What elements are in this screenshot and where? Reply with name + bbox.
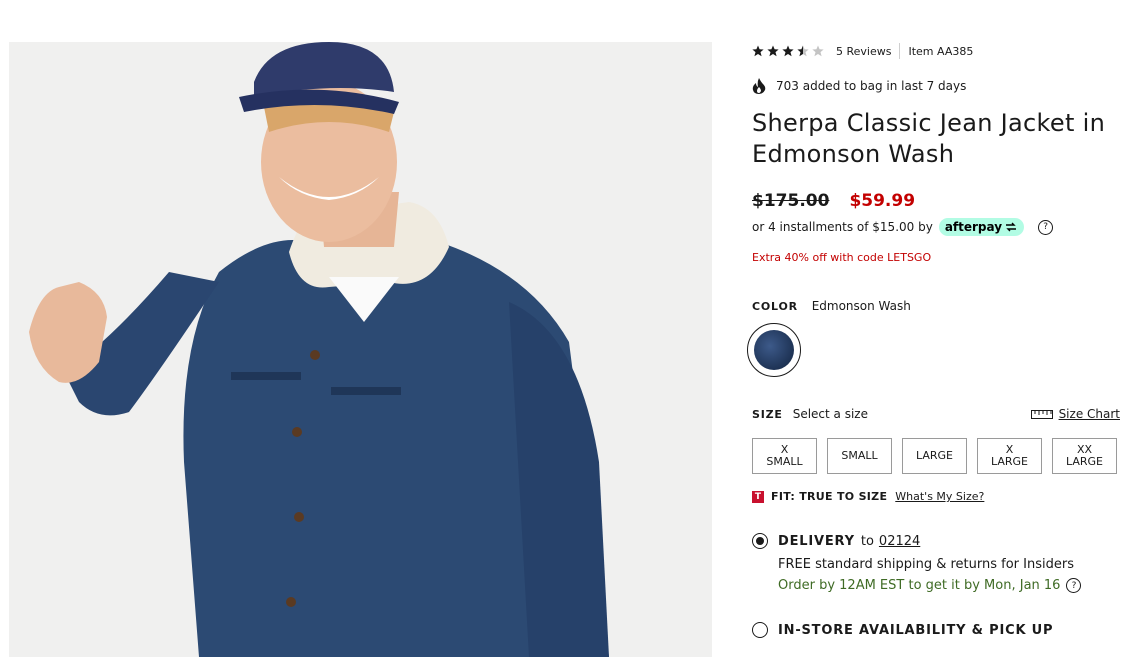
item-number: Item AA385 xyxy=(908,44,974,58)
size-prompt: Select a size xyxy=(792,407,868,421)
zip-code-link[interactable]: 02124 xyxy=(879,534,920,549)
color-selected: Edmonson Wash xyxy=(811,299,911,313)
size-chart-link[interactable]: Size Chart xyxy=(1030,407,1120,421)
color-row: COLOR Edmonson Wash xyxy=(752,299,911,313)
delivery-radio[interactable] xyxy=(752,533,768,549)
shipping-text: FREE standard shipping & returns for Ins… xyxy=(778,557,1074,572)
swatch-fill xyxy=(754,330,794,370)
afterpay-label: afterpay xyxy=(944,220,1003,234)
reviews-link[interactable]: 5 Reviews xyxy=(836,45,891,58)
instore-option: IN-STORE AVAILABILITY & PICK UP xyxy=(752,622,1053,638)
size-button-x-large[interactable]: X LARGE xyxy=(977,438,1042,474)
delivery-help-icon[interactable]: ? xyxy=(1066,578,1082,593)
star-rating[interactable] xyxy=(752,45,824,57)
product-info-panel: 5 Reviews Item AA385 703 added to bag in… xyxy=(747,0,1127,657)
size-options: X SMALL SMALL LARGE X LARGE XX LARGE xyxy=(752,438,1117,474)
star-icon xyxy=(797,45,809,57)
size-row: SIZE Select a size Size Chart xyxy=(752,407,1120,421)
order-by-row: Order by 12AM EST to get it by Mon, Jan … xyxy=(778,578,1082,593)
size-label: SIZE xyxy=(752,407,783,421)
price-row: $175.00 $59.99 xyxy=(752,191,915,211)
social-proof: 703 added to bag in last 7 days xyxy=(752,78,966,94)
installments-text: or 4 installments of $15.00 by xyxy=(752,220,933,234)
model-photo xyxy=(9,42,712,657)
radio-selected-dot xyxy=(756,537,764,545)
star-icon xyxy=(752,45,764,57)
order-by-text: Order by 12AM EST to get it by Mon, Jan … xyxy=(778,578,1061,593)
rating-row: 5 Reviews Item AA385 xyxy=(752,42,973,60)
product-image[interactable] xyxy=(9,42,712,657)
color-swatch-edmonson-wash[interactable] xyxy=(747,323,801,377)
promo-text: Extra 40% off with code LETSGO xyxy=(752,251,932,264)
ruler-icon xyxy=(1030,409,1053,419)
size-button-large[interactable]: LARGE xyxy=(902,438,967,474)
flame-icon xyxy=(752,78,766,94)
star-icon xyxy=(812,45,824,57)
fit-text: FIT: TRUE TO SIZE xyxy=(771,490,888,503)
star-icon xyxy=(782,45,794,57)
size-button-xx-large[interactable]: XX LARGE xyxy=(1052,438,1117,474)
delivery-option: DELIVERY to 02124 FREE standard shipping… xyxy=(752,533,1082,593)
fit-badge-icon: T xyxy=(752,490,764,503)
instore-radio[interactable] xyxy=(752,622,768,638)
delivery-title: DELIVERY xyxy=(778,533,855,549)
delivery-header: DELIVERY to 02124 xyxy=(752,533,1081,549)
size-button-x-small[interactable]: X SMALL xyxy=(752,438,817,474)
divider xyxy=(899,43,901,59)
fit-row: T FIT: TRUE TO SIZE What's My Size? xyxy=(752,490,984,503)
color-label: COLOR xyxy=(752,300,798,313)
size-button-small[interactable]: SMALL xyxy=(827,438,892,474)
delivery-to: to xyxy=(860,533,874,549)
whats-my-size-link[interactable]: What's My Size? xyxy=(895,490,984,503)
size-chart-label: Size Chart xyxy=(1058,407,1120,421)
star-icon xyxy=(767,45,779,57)
afterpay-help-icon[interactable]: ? xyxy=(1038,219,1054,235)
sale-price: $59.99 xyxy=(849,191,916,211)
afterpay-row: or 4 installments of $15.00 by afterpay … xyxy=(752,218,1054,236)
instore-title: IN-STORE AVAILABILITY & PICK UP xyxy=(778,622,1054,638)
social-proof-text: 703 added to bag in last 7 days xyxy=(776,79,967,93)
original-price: $175.00 xyxy=(752,191,830,211)
afterpay-arrows-icon xyxy=(1006,222,1017,232)
afterpay-badge[interactable]: afterpay xyxy=(938,218,1025,236)
product-title: Sherpa Classic Jean Jacket in Edmonson W… xyxy=(752,109,1106,168)
